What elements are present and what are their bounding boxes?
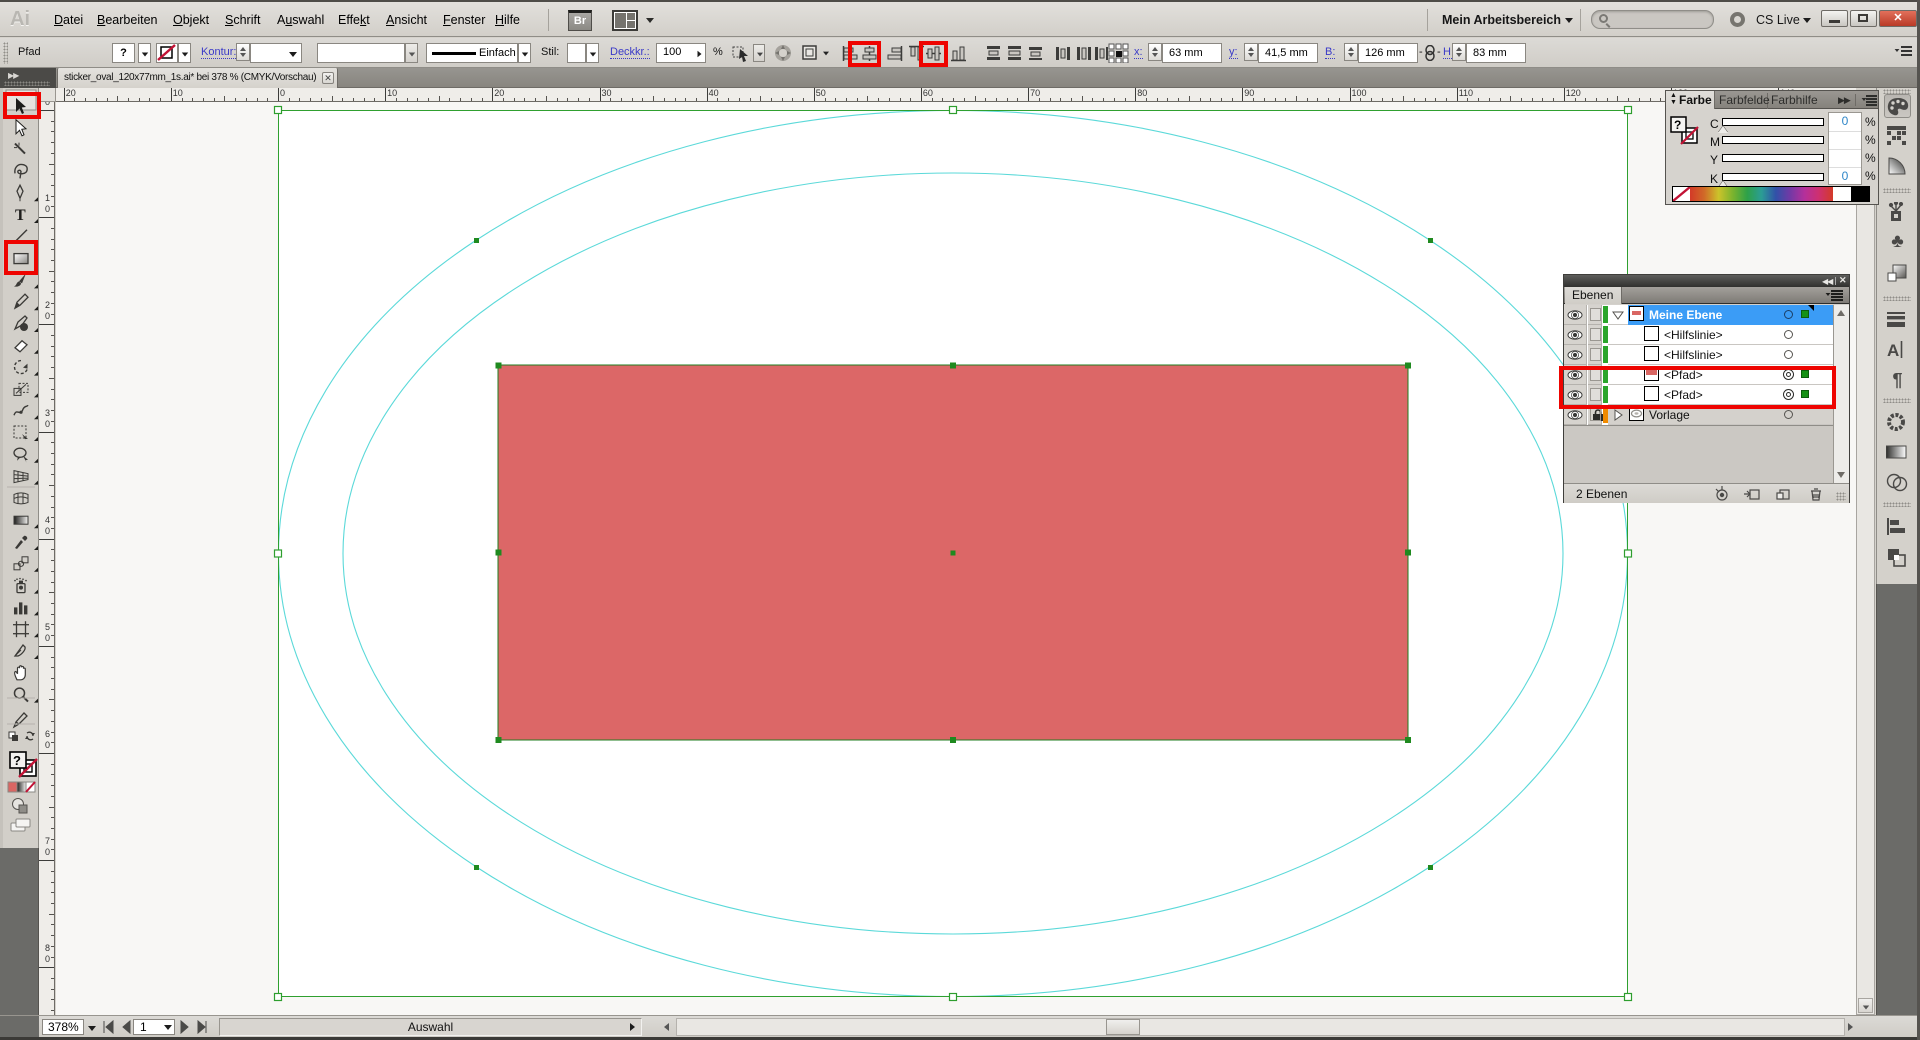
svg-text:T: T: [15, 207, 26, 224]
svg-text:A: A: [1887, 341, 1899, 360]
svg-text:?: ?: [13, 753, 21, 768]
svg-text:?: ?: [1674, 118, 1681, 132]
